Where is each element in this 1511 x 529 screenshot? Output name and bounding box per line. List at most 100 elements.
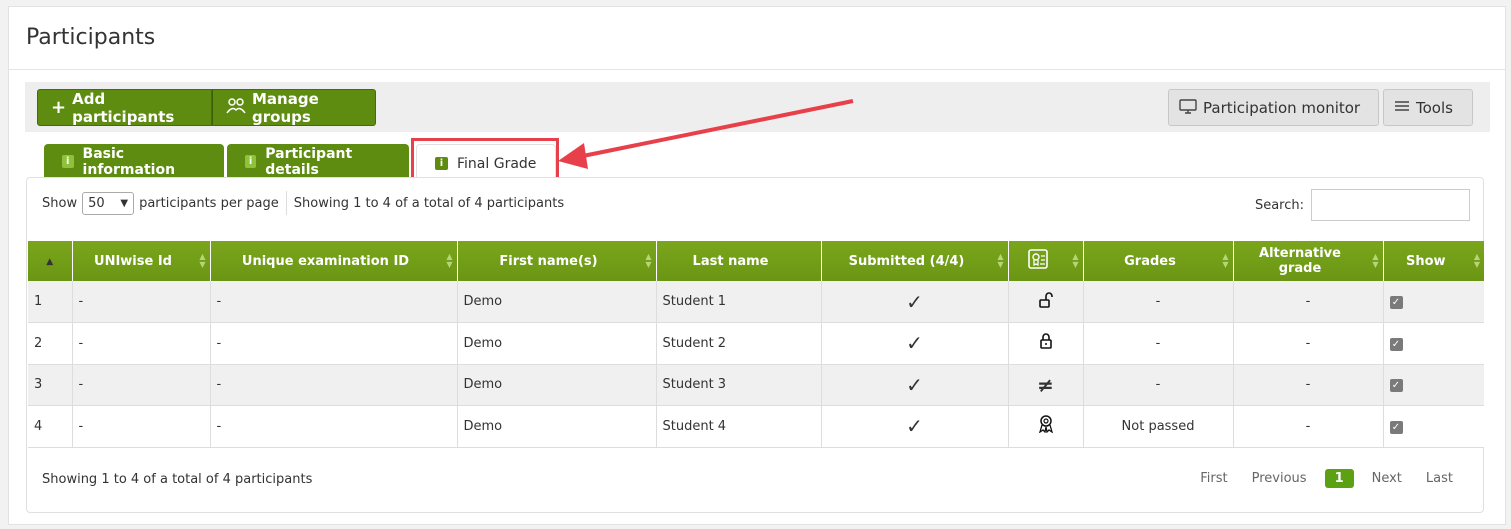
tools-label: Tools: [1416, 98, 1453, 117]
tab-basic-information[interactable]: i Basic information: [44, 144, 224, 179]
show-checkbox[interactable]: ✓: [1389, 379, 1403, 393]
cell-alternative-grade: -: [1233, 405, 1384, 448]
column-header-last-name[interactable]: Last name: [656, 241, 822, 281]
table-row[interactable]: 4 - - Demo Student 4 ✓ Not passed - ✓: [28, 405, 1484, 448]
primary-button-group: + Add participants Manage groups: [37, 89, 376, 126]
cell-alternative-grade: -: [1233, 281, 1384, 323]
lock-icon[interactable]: [1039, 333, 1052, 353]
per-page-select[interactable]: 50 ▼: [82, 191, 135, 215]
sort-icon: ▲ ▼: [1473, 252, 1480, 269]
cell-status: ≠: [1008, 364, 1084, 406]
table-footer-info: Showing 1 to 4 of a total of 4 participa…: [42, 472, 313, 487]
column-label: Last name: [692, 253, 769, 269]
participation-monitor-label: Participation monitor: [1203, 98, 1361, 117]
show-checkbox[interactable]: ✓: [1389, 337, 1403, 351]
sort-icon: ▲ ▼: [1072, 252, 1079, 269]
not-equal-icon[interactable]: ≠: [1037, 373, 1054, 397]
chevron-down-icon: ▼: [120, 197, 129, 209]
column-header-exam-id[interactable]: Unique examination ID ▲ ▼: [210, 241, 458, 281]
tab-participant-details[interactable]: i Participant details: [227, 144, 409, 179]
per-page-suffix: participants per page: [139, 195, 279, 211]
cell-first-name: Demo: [457, 405, 657, 448]
cell-grades: -: [1083, 322, 1234, 365]
cell-grades: -: [1083, 364, 1234, 406]
cell-exam-id: -: [210, 281, 458, 323]
group-icon: [226, 97, 246, 119]
column-header-number[interactable]: ▲: [28, 241, 73, 281]
cell-alternative-grade: -: [1233, 364, 1384, 406]
table-header-row: ▲ UNIwise Id ▲ ▼ Unique examination ID ▲ ▼ F…: [28, 241, 1484, 281]
cell-uniwise-id: -: [72, 281, 211, 323]
page-title: Participants: [26, 25, 156, 50]
cell-exam-id: -: [210, 364, 458, 406]
column-label: First name(s): [499, 253, 598, 269]
annotation-arrow-icon: [558, 99, 854, 169]
cell-number: 4: [28, 405, 73, 448]
show-checkbox[interactable]: ✓: [1389, 420, 1403, 434]
sort-icon: ▲ ▼: [645, 252, 652, 269]
cell-status: [1008, 322, 1084, 365]
cell-grades: Not passed: [1083, 405, 1234, 448]
column-label: Grades: [1124, 253, 1176, 269]
previous-page-link[interactable]: Previous: [1240, 471, 1319, 486]
column-label: Unique examination ID: [241, 253, 410, 269]
cell-uniwise-id: -: [72, 322, 211, 365]
cell-number: 3: [28, 364, 73, 406]
column-header-first-name[interactable]: First name(s) ▲ ▼: [457, 241, 657, 281]
participants-table-panel: Show 50 ▼ participants per page Showing …: [26, 177, 1484, 513]
cell-show: ✓: [1383, 364, 1484, 406]
next-page-link[interactable]: Next: [1360, 471, 1414, 486]
column-header-uniwise-id[interactable]: UNIwise Id ▲ ▼: [72, 241, 211, 281]
current-page-button[interactable]: 1: [1324, 469, 1354, 488]
column-header-status[interactable]: ▲ ▼: [1008, 241, 1084, 281]
sort-icon: ▲ ▼: [1222, 252, 1229, 269]
tools-button[interactable]: Tools: [1383, 89, 1473, 126]
add-participants-label: Add participants: [72, 89, 175, 126]
award-icon[interactable]: [1038, 415, 1054, 437]
first-page-link[interactable]: First: [1188, 471, 1239, 486]
table-row[interactable]: 1 - - Demo Student 1 ✓ - - ✓: [28, 281, 1484, 323]
per-page-value: 50: [88, 195, 105, 211]
search-label: Search:: [1254, 197, 1304, 213]
cell-first-name: Demo: [457, 322, 657, 365]
tab-label: Final Grade: [457, 155, 537, 172]
column-label: Show: [1405, 253, 1446, 269]
cell-submitted: ✓: [821, 405, 1009, 448]
table-row[interactable]: 2 - - Demo Student 2 ✓ - - ✓: [28, 322, 1484, 365]
column-header-submitted[interactable]: Submitted (4/4) ▲ ▼: [821, 241, 1009, 281]
search-control: Search:: [1255, 189, 1470, 221]
table-row[interactable]: 3 - - Demo Student 3 ✓ ≠ - - ✓: [28, 364, 1484, 406]
participation-monitor-button[interactable]: Participation monitor: [1168, 89, 1379, 126]
pagination: First Previous 1 Next Last: [1188, 469, 1465, 488]
column-header-show[interactable]: Show ▲ ▼: [1383, 241, 1484, 281]
checkmark-icon: ✓: [906, 372, 923, 397]
last-page-link[interactable]: Last: [1414, 471, 1465, 486]
info-icon: i: [245, 155, 257, 168]
cell-submitted: ✓: [821, 322, 1009, 365]
manage-groups-label: Manage groups: [252, 89, 319, 126]
column-label: UNIwise Id: [94, 253, 172, 269]
cell-exam-id: -: [210, 322, 458, 365]
tab-label: Participant details: [265, 145, 353, 178]
sort-icon: ▲ ▼: [446, 252, 453, 269]
manage-groups-button[interactable]: Manage groups: [212, 89, 376, 126]
add-participants-button[interactable]: + Add participants: [37, 89, 212, 126]
column-label: Alternative grade: [1259, 246, 1341, 276]
title-divider: [9, 69, 1505, 70]
unlock-icon[interactable]: [1038, 291, 1053, 312]
cell-show: ✓: [1383, 405, 1484, 448]
cell-grades: -: [1083, 281, 1234, 323]
checkmark-icon: ✓: [906, 414, 923, 439]
cell-uniwise-id: -: [72, 405, 211, 448]
participants-table: ▲ UNIwise Id ▲ ▼ Unique examination ID ▲ ▼ F…: [28, 241, 1484, 448]
cell-last-name: Student 2: [656, 322, 822, 365]
sort-icon: ▲ ▼: [997, 252, 1004, 269]
column-header-grades[interactable]: Grades ▲ ▼: [1083, 241, 1234, 281]
cell-last-name: Student 3: [656, 364, 822, 406]
sort-icon: ▲ ▼: [1372, 252, 1379, 269]
search-input[interactable]: [1311, 189, 1470, 221]
info-icon: i: [435, 157, 448, 170]
show-checkbox[interactable]: ✓: [1389, 296, 1403, 309]
column-header-alternative-grade[interactable]: Alternative grade ▲ ▼: [1233, 241, 1384, 281]
checkmark-icon: ✓: [906, 289, 923, 314]
